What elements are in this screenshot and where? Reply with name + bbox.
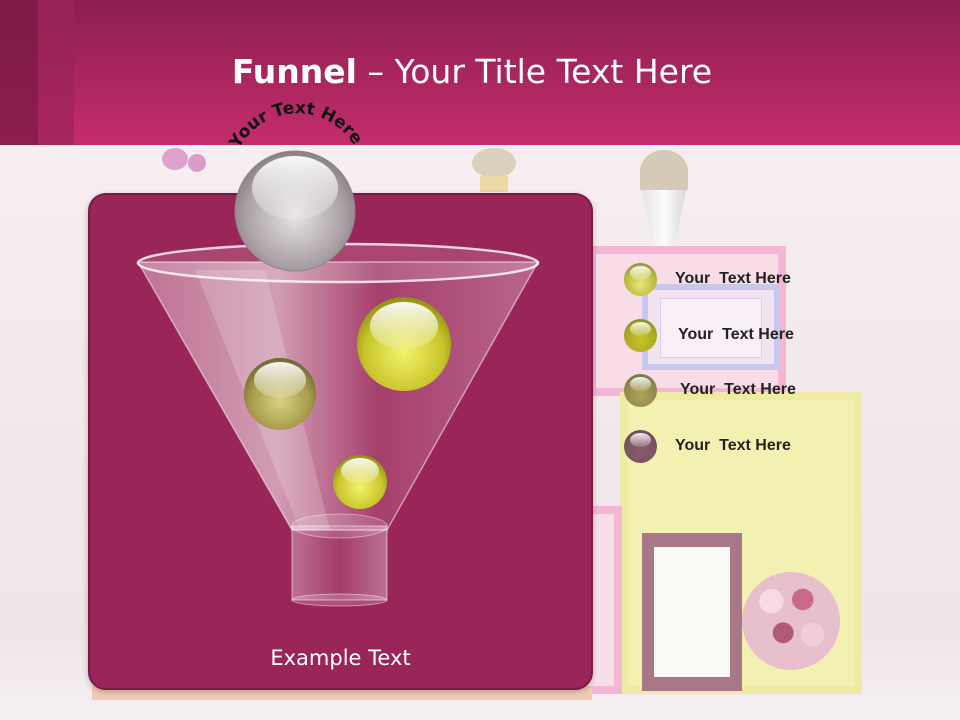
arc-caption: Your Text Here [225,98,366,152]
legend-label: Your Text Here [675,437,791,454]
legend-item: Your Text Here [624,429,791,463]
ball-yellow-small [333,455,387,509]
legend-ball-icon [624,429,657,463]
legend-item: Your Text Here [624,262,791,296]
legend-ball-icon [624,318,657,352]
arc-caption-text: Your Text Here [225,98,366,152]
ball-yellow-large [357,297,451,391]
legend-label: Your Text Here [680,381,796,398]
example-text: Example Text [270,646,411,670]
legend-label: Your Text Here [678,326,794,343]
funnel-stem-top [291,513,388,539]
legend-ball-icon [624,373,657,407]
legend-item: Your Text Here [624,318,794,352]
funnel-diagram: Your Text Here [136,98,540,607]
legend-item: Your Text Here [624,373,796,407]
ball-grey-top [234,150,356,272]
ball-olive [244,358,316,430]
legend-ball-icon [624,262,657,296]
legend-label: Your Text Here [675,270,791,287]
funnel-stem-bottom [291,593,388,607]
